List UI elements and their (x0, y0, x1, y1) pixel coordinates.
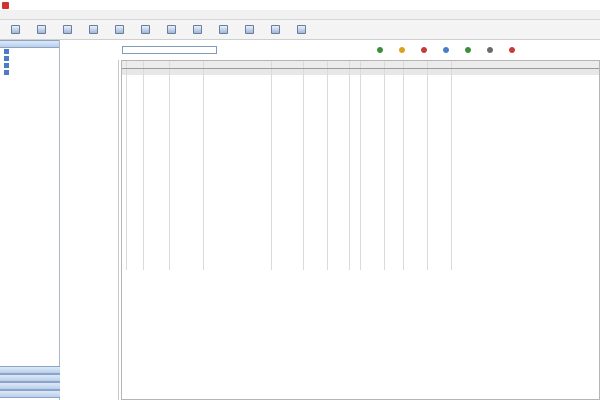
toolbar-icon-9 (244, 24, 254, 34)
left-panel-item-3[interactable] (0, 69, 59, 76)
toolbar-icon-3 (88, 24, 98, 34)
toolbar-button-3[interactable] (82, 21, 104, 39)
grid-header (122, 61, 599, 69)
category-tree (61, 60, 119, 400)
column-header-5[interactable] (272, 61, 304, 68)
left-navigation-panel (0, 40, 60, 400)
left-panel-item-0[interactable] (0, 48, 59, 55)
action-icon-3 (443, 46, 449, 53)
toolbar-button-11[interactable] (290, 21, 312, 39)
action-button-5[interactable] (480, 43, 500, 58)
table-cell (385, 264, 404, 271)
action-icon-6 (509, 46, 515, 53)
left-panel-header[interactable] (0, 40, 59, 48)
left-panel-section-3[interactable] (0, 390, 60, 398)
left-panel-item-icon-3 (4, 70, 9, 75)
left-panel-bottom (0, 366, 60, 398)
table-cell (404, 264, 428, 271)
toolbar-button-10[interactable] (264, 21, 286, 39)
action-button-6[interactable] (502, 43, 522, 58)
table-cell (204, 264, 272, 271)
product-grid (121, 60, 600, 400)
left-panel-section-2[interactable] (0, 382, 60, 390)
grid-body (122, 69, 599, 271)
toolbar-button-9[interactable] (238, 21, 260, 39)
table-cell (304, 264, 328, 271)
action-button-3[interactable] (436, 43, 456, 58)
action-icon-1 (399, 46, 405, 53)
column-header-6[interactable] (304, 61, 328, 68)
search-input[interactable] (122, 46, 217, 54)
toolbar-icon-4 (114, 24, 124, 34)
toolbar-icon-0 (10, 24, 20, 34)
toolbar-button-2[interactable] (56, 21, 78, 39)
table-row[interactable] (122, 264, 599, 271)
column-header-1[interactable] (127, 61, 144, 68)
table-cell (144, 264, 170, 271)
table-cell (170, 264, 204, 271)
column-header-9[interactable] (361, 61, 385, 68)
toolbar-button-6[interactable] (160, 21, 182, 39)
action-icon-5 (487, 46, 493, 53)
action-icon-4 (465, 46, 471, 53)
left-panel-item-icon-1 (4, 56, 9, 61)
tree-node-24[interactable] (61, 197, 118, 203)
column-header-12[interactable] (428, 61, 452, 68)
column-header-3[interactable] (170, 61, 204, 68)
left-panel-section-0[interactable] (0, 366, 60, 374)
action-buttons (370, 43, 522, 58)
column-header-4[interactable] (204, 61, 272, 68)
action-icon-2 (421, 46, 427, 53)
toolbar-button-7[interactable] (186, 21, 208, 39)
left-panel-item-2[interactable] (0, 62, 59, 69)
column-header-11[interactable] (404, 61, 428, 68)
toolbar-icon-1 (36, 24, 46, 34)
toolbar-icon-10 (270, 24, 280, 34)
toolbar-button-1[interactable] (30, 21, 52, 39)
column-header-10[interactable] (385, 61, 404, 68)
search-row (118, 40, 600, 60)
action-button-0[interactable] (370, 43, 390, 58)
menu-bar (0, 10, 600, 20)
toolbar-icon-8 (218, 24, 228, 34)
column-header-7[interactable] (328, 61, 350, 68)
toolbar-button-0[interactable] (4, 21, 26, 39)
toolbar-icon-6 (166, 24, 176, 34)
main-toolbar (0, 20, 600, 40)
table-cell (361, 264, 385, 271)
toolbar-button-8[interactable] (212, 21, 234, 39)
action-button-4[interactable] (458, 43, 478, 58)
left-panel-item-1[interactable] (0, 55, 59, 62)
toolbar-icon-11 (296, 24, 306, 34)
title-bar (0, 0, 600, 10)
toolbar-button-4[interactable] (108, 21, 130, 39)
main-window (0, 0, 600, 400)
column-header-2[interactable] (144, 61, 170, 68)
toolbar-icon-2 (62, 24, 72, 34)
action-button-1[interactable] (392, 43, 412, 58)
left-panel-item-icon-0 (4, 49, 9, 54)
table-cell (127, 264, 144, 271)
table-cell (328, 264, 350, 271)
table-cell (428, 264, 452, 271)
app-logo-icon (2, 1, 9, 9)
left-panel-item-icon-2 (4, 63, 9, 68)
table-cell (272, 264, 304, 271)
left-panel-section-1[interactable] (0, 374, 60, 382)
action-icon-0 (377, 46, 383, 53)
column-header-8[interactable] (350, 61, 361, 68)
action-button-2[interactable] (414, 43, 434, 58)
toolbar-icon-5 (140, 24, 150, 34)
table-cell (350, 264, 361, 271)
left-panel-items (0, 48, 59, 76)
toolbar-icon-7 (192, 24, 202, 34)
toolbar-button-5[interactable] (134, 21, 156, 39)
